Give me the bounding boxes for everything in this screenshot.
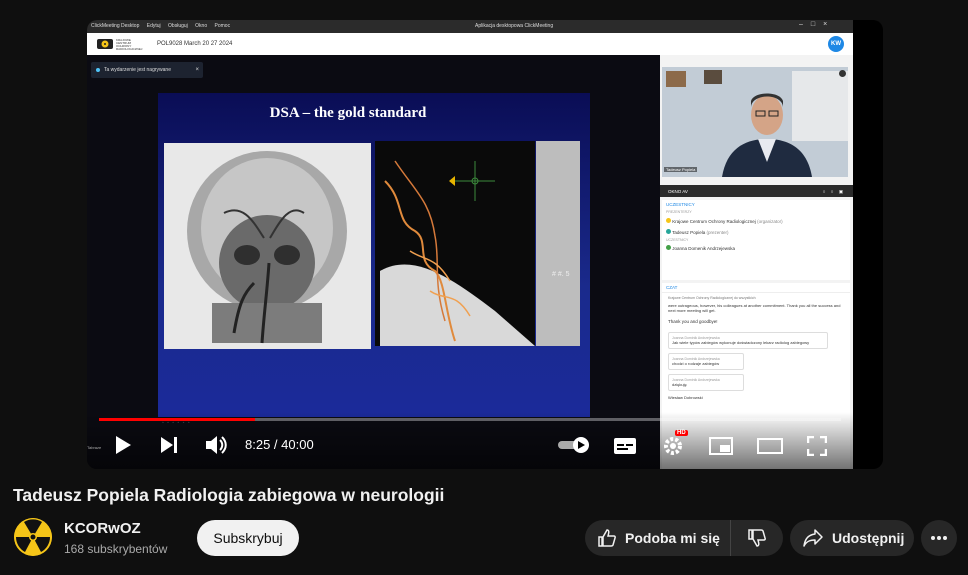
subtitles-text: Tabraze — [87, 445, 102, 450]
user-icon — [666, 229, 671, 234]
time-display: 8:25 / 40:00 — [245, 437, 314, 452]
chat-header[interactable]: CZAT — [662, 283, 850, 293]
radiation-icon — [666, 218, 671, 223]
video-player[interactable]: ClickMeeting Desktop Edytuj Obsługuj Okn… — [87, 20, 883, 469]
meeting-header: KRAJOWE CENTRUM OCHRONY RADIOLOGICZNEJ P… — [87, 33, 853, 55]
thumb-up-icon — [598, 529, 616, 547]
menu-item[interactable]: Obsługuj — [168, 23, 188, 29]
subscribe-button[interactable]: Subskrybuj — [197, 520, 299, 556]
chat-message: Jak wiele typów zabiegów wykonuje doświa… — [672, 340, 810, 345]
kcor-logo — [97, 39, 113, 49]
hd-badge: HD — [675, 430, 688, 436]
av-icons[interactable]: ○ ○ ▣ — [823, 189, 845, 195]
user-icon — [666, 245, 671, 250]
camera-name: Tadeusz Popiela — [664, 167, 698, 172]
next-button[interactable] — [159, 436, 179, 459]
attendee-role: (organizator) — [757, 219, 783, 224]
presentation-slide: DSA – the gold standard # #. 5 — [158, 93, 590, 417]
angiogram-image-frontal — [164, 143, 371, 349]
window-title: Aplikacja desktopowa ClickMeeting — [475, 23, 554, 29]
subtitles-icon — [614, 438, 636, 454]
share-icon — [803, 529, 823, 547]
more-actions-button[interactable] — [921, 520, 957, 556]
chat-message: chodzi o rodzaje zabiegów — [672, 361, 720, 366]
av-bar: OKNO AV ○ ○ ▣ — [660, 185, 853, 197]
recording-toast: Ta wydarzenie jest nagrywane × — [91, 62, 203, 78]
menu-item[interactable]: Okno — [195, 23, 207, 29]
webcam-feed: Tadeusz Popiela — [662, 67, 848, 177]
volume-button[interactable] — [204, 435, 228, 460]
miniplayer-icon — [709, 437, 733, 455]
chat-message: Thank you and goodbye! — [668, 319, 718, 324]
chat-bubble: Joanna Dominik Andrzejewska Jak wiele ty… — [668, 332, 828, 349]
av-label: OKNO AV — [668, 189, 688, 194]
chat-bubble: Joanna Dominik Andrzejewska chodzi o rod… — [668, 353, 744, 370]
toast-text: Ta wydarzenie jest nagrywane — [104, 67, 171, 73]
miniplayer-button[interactable] — [709, 437, 733, 460]
progress-played — [99, 418, 255, 421]
angiogram-image-partial: # #. 5 — [536, 141, 580, 346]
progress-bar[interactable] — [99, 418, 841, 421]
next-icon — [161, 437, 177, 453]
subtitles-button[interactable] — [613, 437, 637, 460]
theater-button[interactable] — [757, 437, 783, 460]
subscriber-count: 168 subskrybentów — [64, 542, 168, 556]
slide-area: Ta wydarzenie jest nagrywane × DSA – the… — [87, 55, 660, 469]
channel-avatar[interactable] — [14, 518, 52, 556]
settings-button[interactable]: HD — [663, 430, 688, 461]
attendee-row[interactable]: Tadeusz Popiela (prezenter) — [662, 227, 850, 237]
room-id: POL9028 March 20 27 2024 — [157, 41, 233, 47]
subscribe-label: Subskrybuj — [213, 530, 283, 546]
chat-message: dziękuję — [672, 382, 687, 387]
settings-icon — [664, 437, 682, 455]
play-button[interactable] — [113, 434, 133, 461]
fullscreen-icon — [806, 435, 828, 457]
chat-message: were outrageous, however, his colleagues… — [668, 303, 841, 313]
menu-item[interactable]: Pomoc — [215, 23, 231, 29]
autoplay-toggle[interactable] — [557, 436, 591, 459]
radiation-icon — [14, 518, 52, 556]
attendee-name: Tadeusz Popiela — [672, 230, 706, 235]
share-label: Udostępnij — [832, 530, 905, 546]
like-dislike-group: Podoba mi się — [585, 520, 783, 556]
camera-options-icon[interactable] — [839, 70, 846, 77]
fullscreen-button[interactable] — [806, 435, 828, 461]
meeting-titlebar: ClickMeeting Desktop Edytuj Obsługuj Okn… — [87, 20, 853, 33]
more-icon — [931, 536, 947, 540]
window-controls[interactable]: –□× — [799, 21, 835, 28]
org-logo-text: KRAJOWE CENTRUM OCHRONY RADIOLOGICZNEJ — [116, 38, 143, 51]
play-icon — [116, 436, 131, 454]
meeting-sidebar: Tadeusz Popiela OKNO AV ○ ○ ▣ UCZESTNICY… — [660, 55, 853, 469]
attendee-role: (prezenter) — [706, 230, 729, 235]
attendee-name: Joanna Domenik Andrzejewska — [672, 246, 736, 251]
slide-label: # #. 5 — [552, 271, 570, 278]
attendee-name: Krajowe Centrum Ochrony Radiologicznej — [672, 219, 756, 224]
slide-title: DSA – the gold standard — [269, 105, 427, 121]
thumb-down-icon — [748, 529, 766, 547]
chat-bubble: Joanna Dominik Andrzejewska dziękuję — [668, 374, 744, 391]
user-avatar[interactable]: KW — [828, 36, 844, 52]
volume-icon — [206, 436, 227, 454]
share-button[interactable]: Udostępnij — [790, 520, 914, 556]
video-title: Tadeusz Popiela Radiologia zabiegowa w n… — [13, 485, 445, 505]
menu-item[interactable]: ClickMeeting Desktop — [91, 23, 139, 29]
like-button[interactable]: Podoba mi się — [585, 520, 731, 556]
channel-name[interactable]: KCORwOZ — [64, 520, 141, 537]
attendees-panel: UCZESTNICY PREZENTERZY Krajowe Centrum O… — [662, 200, 850, 280]
angiogram-image-lateral — [375, 141, 535, 346]
attendees-header[interactable]: UCZESTNICY — [662, 200, 850, 209]
info-icon — [96, 68, 100, 72]
close-icon[interactable]: × — [195, 67, 199, 73]
like-label: Podoba mi się — [625, 530, 720, 546]
chat-message: Wiesław Dobrowski — [668, 395, 703, 400]
menu-item[interactable]: Edytuj — [147, 23, 161, 29]
meeting-menu: ClickMeeting Desktop Edytuj Obsługuj Okn… — [91, 23, 236, 29]
autoplay-toggle-icon — [558, 437, 589, 453]
dislike-button[interactable] — [731, 520, 783, 556]
attendee-row[interactable]: Joanna Domenik Andrzejewska — [662, 243, 850, 253]
player-controls: Tabraze 8:25 / 40:00 HD — [87, 412, 883, 469]
theater-icon — [757, 438, 783, 454]
attendee-row[interactable]: Krajowe Centrum Ochrony Radiologicznej (… — [662, 215, 850, 227]
chat-author: Krajowe Centrum Ochrony Radiologicznej d… — [668, 296, 756, 300]
